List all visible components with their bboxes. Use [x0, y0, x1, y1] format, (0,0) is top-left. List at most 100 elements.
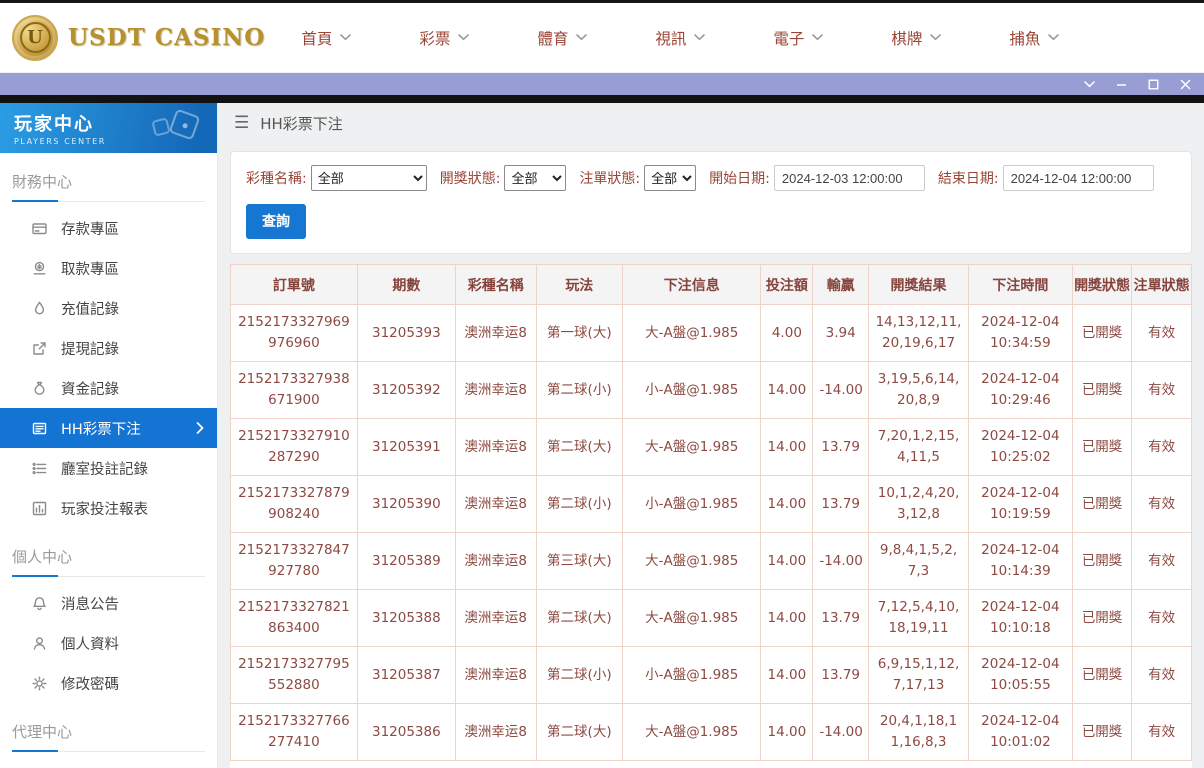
- close-icon[interactable]: [1180, 76, 1191, 92]
- table-cell: 4.00: [760, 304, 814, 362]
- main-content: ☰ HH彩票下注 彩種名稱: 全部 開獎狀態: 全部 注單狀態: 全部 開始日期…: [218, 103, 1204, 768]
- table-cell: 有效: [1131, 589, 1192, 647]
- nav-item-label: 體育: [537, 29, 569, 48]
- column-header: 彩種名稱: [454, 264, 537, 305]
- sidebar-item-withdraw[interactable]: 取款專區: [0, 248, 217, 288]
- table-cell: 7,12,5,4,10,18,19,11: [868, 589, 969, 647]
- sidebar-item-announcements[interactable]: 消息公告: [0, 583, 217, 623]
- sidebar-item-label: 存款專區: [61, 221, 119, 238]
- column-header: 訂單號: [230, 264, 358, 305]
- page-title: HH彩票下注: [260, 114, 343, 133]
- sidebar-item-label: 提現記錄: [61, 341, 119, 358]
- table-cell: 2152173327969976960: [230, 304, 358, 362]
- sidebar-section-label: 個人中心: [12, 546, 205, 577]
- brand-logo[interactable]: U USDT CASINO: [12, 14, 266, 61]
- sidebar-item-hh-lottery-bet[interactable]: HH彩票下注: [0, 408, 217, 448]
- sidebar: 玩家中心 PLAYERS CENTER 財務中心 存款專區 取款專區 充值記錄 提現記錄…: [0, 103, 218, 768]
- sidebar-item-player-bet-report[interactable]: 玩家投注報表: [0, 488, 217, 528]
- nav-item-home[interactable]: 首頁: [301, 27, 352, 49]
- separator-bar: [0, 95, 1204, 103]
- brand-name: USDT CASINO: [68, 24, 266, 51]
- nav-item-label: 彩票: [419, 29, 451, 48]
- table-cell: -14.00: [812, 361, 870, 419]
- draw-status-select[interactable]: 全部: [504, 165, 567, 191]
- nav-item-sports[interactable]: 體育: [537, 27, 588, 49]
- chevron-down-icon: [576, 34, 588, 41]
- table-cell: 2024-12-04 10:01:02: [968, 703, 1073, 761]
- table-cell: 大-A盤@1.985: [622, 703, 762, 761]
- table-cell: 14.00: [760, 646, 814, 704]
- nav-item-fishing[interactable]: 捕魚: [1009, 27, 1060, 49]
- start-date-input[interactable]: [773, 165, 925, 191]
- menu-toggle-icon[interactable]: ☰: [234, 114, 249, 132]
- column-header: 期數: [356, 264, 456, 305]
- table-cell: 有效: [1131, 475, 1192, 533]
- table-cell: 澳洲幸运8: [454, 532, 537, 590]
- top-navigation-bar: U USDT CASINO 首頁 彩票 體育 視訊 電子 棋牌 捕魚: [0, 3, 1204, 73]
- table-body: 2152173327969976960 31205393 澳洲幸运8 第一球(大) 大-…: [230, 304, 1192, 761]
- table-cell: 已開獎: [1071, 646, 1133, 704]
- table-cell: 大-A盤@1.985: [622, 304, 762, 362]
- sidebar-item-recharge-record[interactable]: 充值記錄: [0, 288, 217, 328]
- table-row: 2152173327879908240 31205390 澳洲幸运8 第二球(小) 小-…: [230, 475, 1192, 533]
- table-cell: 10,1,2,4,20,3,12,8: [868, 475, 969, 533]
- table-cell: 31205391: [356, 418, 456, 476]
- bet-records-table: 訂單號 期數 彩種名稱 玩法 下注信息 投注額 輸贏 開獎結果 下注時間 開獎狀態 注單狀態 215…: [230, 264, 1192, 768]
- table-cell: 第二球(大): [535, 703, 624, 761]
- sidebar-item-label: 取款專區: [61, 261, 119, 278]
- sidebar-item-agent-rules[interactable]: 代理規則說明: [0, 758, 217, 768]
- report-chart-icon: [31, 500, 47, 516]
- table-cell: 31205390: [356, 475, 456, 533]
- lottery-ticket-icon: [31, 420, 47, 436]
- table-cell: 大-A盤@1.985: [622, 418, 762, 476]
- maximize-icon[interactable]: [1148, 76, 1159, 92]
- table-cell: 14.00: [760, 703, 814, 761]
- lottery-name-select[interactable]: 全部: [310, 165, 427, 191]
- end-date-label: 結束日期:: [937, 171, 999, 187]
- table-row: 2152173327821863400 31205388 澳洲幸运8 第二球(大) 大-…: [230, 589, 1192, 647]
- sidebar-item-profile[interactable]: 個人資料: [0, 623, 217, 663]
- nav-item-lottery[interactable]: 彩票: [419, 27, 470, 49]
- table-cell: 2024-12-04 10:14:39: [968, 532, 1073, 590]
- order-status-label: 注單狀態:: [579, 171, 641, 187]
- table-cell: 澳洲幸运8: [454, 361, 537, 419]
- nav-item-video[interactable]: 視訊: [655, 27, 706, 49]
- sidebar-item-label: 玩家投注報表: [61, 501, 148, 518]
- chevron-down-icon[interactable]: [1084, 76, 1095, 92]
- table-cell: 澳洲幸运8: [454, 475, 537, 533]
- sidebar-item-hall-bet-record[interactable]: 廳室投註記錄: [0, 448, 217, 488]
- table-cell: 有效: [1131, 361, 1192, 419]
- start-date-label: 開始日期:: [709, 171, 770, 187]
- table-cell: 小-A盤@1.985: [622, 361, 762, 419]
- end-date-filter: 結束日期:: [938, 165, 1154, 191]
- sidebar-item-deposit[interactable]: 存款專區: [0, 208, 217, 248]
- table-cell: 2024-12-04 10:19:59: [968, 475, 1073, 533]
- sidebar-section-label: 財務中心: [12, 171, 205, 202]
- table-cell: -14.00: [812, 703, 870, 761]
- draw-status-filter: 開獎狀態: 全部: [440, 165, 567, 191]
- sidebar-item-funds-record[interactable]: 資金記錄: [0, 368, 217, 408]
- order-status-select[interactable]: 全部: [644, 165, 697, 191]
- search-button[interactable]: 查詢: [246, 204, 306, 239]
- sidebar-item-label: 修改密碼: [61, 676, 119, 693]
- table-cell: 2024-12-04 10:34:59: [968, 304, 1073, 362]
- sidebar-item-withdraw-record[interactable]: 提現記錄: [0, 328, 217, 368]
- table-cell: 7,20,1,2,15,4,11,5: [868, 418, 969, 476]
- end-date-input[interactable]: [1002, 165, 1154, 191]
- lottery-name-filter: 彩種名稱: 全部: [246, 165, 427, 191]
- sidebar-item-label: 消息公告: [61, 596, 119, 613]
- nav-item-electronic[interactable]: 電子: [773, 27, 824, 49]
- table-cell: 澳洲幸运8: [454, 646, 537, 704]
- table-cell: 2024-12-04 10:25:02: [968, 418, 1073, 476]
- chevron-down-icon: [930, 34, 942, 41]
- sidebar-item-change-password[interactable]: 修改密碼: [0, 663, 217, 703]
- nav-item-label: 電子: [773, 29, 805, 48]
- sidebar-item-label: 資金記錄: [61, 381, 119, 398]
- table-cell: 大-A盤@1.985: [622, 532, 762, 590]
- nav-item-chess[interactable]: 棋牌: [891, 27, 942, 49]
- table-cell: 第二球(小): [535, 475, 624, 533]
- breadcrumb: ☰ HH彩票下注: [218, 103, 1204, 143]
- order-status-filter: 注單狀態: 全部: [579, 165, 697, 191]
- table-cell: 已開獎: [1071, 589, 1133, 647]
- minimize-icon[interactable]: [1116, 76, 1127, 92]
